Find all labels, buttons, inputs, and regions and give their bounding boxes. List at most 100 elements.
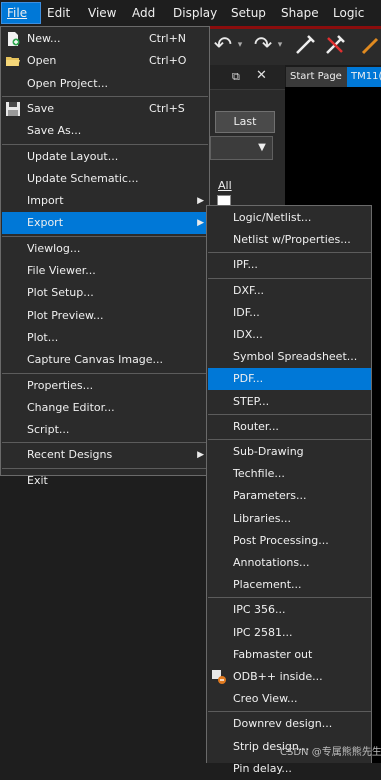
menu-item-label: Plot Setup... [27, 286, 94, 300]
export-dxf[interactable]: DXF... [208, 280, 371, 302]
file-open[interactable]: Open Ctrl+O [2, 50, 208, 72]
menu-separator [208, 439, 371, 440]
menu-item-label: Fabmaster out [233, 647, 313, 661]
menu-edit[interactable]: Edit [42, 3, 75, 23]
menu-item-label: Export [27, 216, 64, 230]
menu-item-label: Open [27, 54, 57, 68]
menu-item-label: Exit [27, 473, 48, 487]
redo-dropdown-icon[interactable]: ▾ [276, 35, 284, 55]
export-symbol-spreadsheet[interactable]: Symbol Spreadsheet... [208, 346, 371, 368]
menu-separator [2, 143, 208, 145]
file-exit[interactable]: Exit [2, 470, 208, 492]
undo-icon[interactable]: ↶ [210, 33, 236, 59]
open-folder-icon [5, 53, 21, 69]
file-save[interactable]: Save Ctrl+S [2, 98, 208, 120]
menu-add[interactable]: Add [127, 3, 160, 23]
menu-separator [2, 442, 208, 444]
submenu-arrow-icon: ▶ [197, 196, 204, 207]
menu-separator [2, 467, 208, 469]
menu-logic[interactable]: Logic [328, 3, 369, 23]
export-techfile[interactable]: Techfile... [208, 463, 371, 485]
close-icon[interactable]: ✕ [256, 68, 267, 83]
menu-separator [208, 252, 371, 254]
menu-item-label: Update Schematic... [27, 171, 139, 185]
export-fabmaster-out[interactable]: Fabmaster out [208, 644, 371, 666]
redo-icon[interactable]: ↷ [250, 33, 276, 59]
file-capture-canvas[interactable]: Capture Canvas Image... [2, 349, 208, 371]
file-export[interactable]: Export ▶ [2, 212, 208, 235]
export-libraries[interactable]: Libraries... [208, 508, 371, 530]
menu-item-label: Placement... [233, 578, 302, 592]
menu-item-label: Symbol Spreadsheet... [233, 350, 358, 364]
file-open-project[interactable]: Open Project... [2, 73, 208, 95]
export-annotations[interactable]: Annotations... [208, 552, 371, 574]
file-new[interactable]: New... Ctrl+N [2, 28, 208, 50]
file-update-schematic[interactable]: Update Schematic... [2, 168, 208, 190]
file-plot[interactable]: Plot... [2, 327, 208, 349]
file-script[interactable]: Script... [2, 419, 208, 441]
export-ipc-356[interactable]: IPC 356... [208, 599, 371, 621]
export-placement[interactable]: Placement... [208, 574, 371, 596]
all-label[interactable]: All [218, 179, 232, 192]
file-update-layout[interactable]: Update Layout... [2, 146, 208, 168]
file-recent-designs[interactable]: Recent Designs ▶ [2, 444, 208, 466]
menu-separator [208, 413, 371, 415]
menu-item-label: IDF... [233, 305, 260, 319]
menu-separator [2, 372, 208, 374]
menu-setup[interactable]: Setup [226, 3, 271, 23]
export-idx[interactable]: IDX... [208, 324, 371, 346]
document-tabs: Start Page TM11( [285, 65, 381, 87]
menu-separator [208, 711, 371, 713]
panel-dropdown[interactable]: ▼ [210, 136, 273, 160]
export-ipf[interactable]: IPF... [208, 254, 371, 276]
tab-design[interactable]: TM11( [347, 67, 381, 87]
tab-start-page[interactable]: Start Page [286, 67, 349, 87]
export-logic-netlist[interactable]: Logic/Netlist... [208, 207, 371, 229]
export-step[interactable]: STEP... [208, 391, 371, 413]
file-viewlog[interactable]: Viewlog... [2, 238, 208, 260]
export-sub-drawing[interactable]: Sub-Drawing [208, 441, 371, 463]
file-change-editor[interactable]: Change Editor... [2, 397, 208, 419]
export-ipc-2581[interactable]: IPC 2581... [208, 622, 371, 644]
export-pdf[interactable]: PDF... [208, 368, 371, 391]
file-properties[interactable]: Properties... [2, 375, 208, 397]
menu-item-label: IDX... [233, 328, 263, 341]
menu-item-label: Properties... [27, 378, 94, 392]
export-odb-inside[interactable]: ODB++ inside... [208, 666, 371, 688]
menu-item-label: Downrev design... [233, 717, 333, 731]
menu-item-label: Pin delay... [233, 761, 292, 775]
odb-icon [211, 669, 227, 685]
menu-item-label: PDF... [233, 372, 264, 386]
edit-icon[interactable] [356, 33, 381, 59]
menu-item-label: IPC 356... [233, 603, 286, 617]
file-import[interactable]: Import ▶ [2, 190, 208, 212]
last-button[interactable]: Last [215, 111, 275, 133]
export-post-processing[interactable]: Post Processing... [208, 530, 371, 552]
export-idf[interactable]: IDF... [208, 302, 371, 324]
menu-separator [2, 235, 208, 237]
pin-icon[interactable] [292, 33, 318, 59]
menu-display[interactable]: Display [168, 3, 222, 23]
export-downrev-design[interactable]: Downrev design... [208, 713, 371, 735]
file-plot-setup[interactable]: Plot Setup... [2, 282, 208, 304]
menu-item-label: Sub-Drawing [233, 445, 304, 458]
menu-shape[interactable]: Shape [276, 3, 324, 23]
export-creo-view[interactable]: Creo View... [208, 688, 371, 710]
file-plot-preview[interactable]: Plot Preview... [2, 305, 208, 327]
menu-separator [208, 277, 371, 279]
restore-icon[interactable]: ⧉ [232, 70, 240, 84]
undo-dropdown-icon[interactable]: ▾ [236, 35, 244, 55]
unpin-icon[interactable] [322, 33, 348, 59]
export-router[interactable]: Router... [208, 416, 371, 438]
menu-view[interactable]: View [83, 3, 121, 23]
menu-item-label: Script... [27, 423, 70, 437]
file-file-viewer[interactable]: File Viewer... [2, 260, 208, 282]
menu-file[interactable]: File [1, 2, 41, 24]
menu-item-label: New... [27, 32, 61, 45]
export-pin-delay[interactable]: Pin delay... [208, 758, 371, 780]
file-save-as[interactable]: Save As... [2, 120, 208, 142]
shortcut-label: Ctrl+S [149, 101, 185, 115]
submenu-arrow-icon: ▶ [197, 218, 204, 229]
export-netlist-properties[interactable]: Netlist w/Properties... [208, 229, 371, 251]
export-parameters[interactable]: Parameters... [208, 485, 371, 507]
